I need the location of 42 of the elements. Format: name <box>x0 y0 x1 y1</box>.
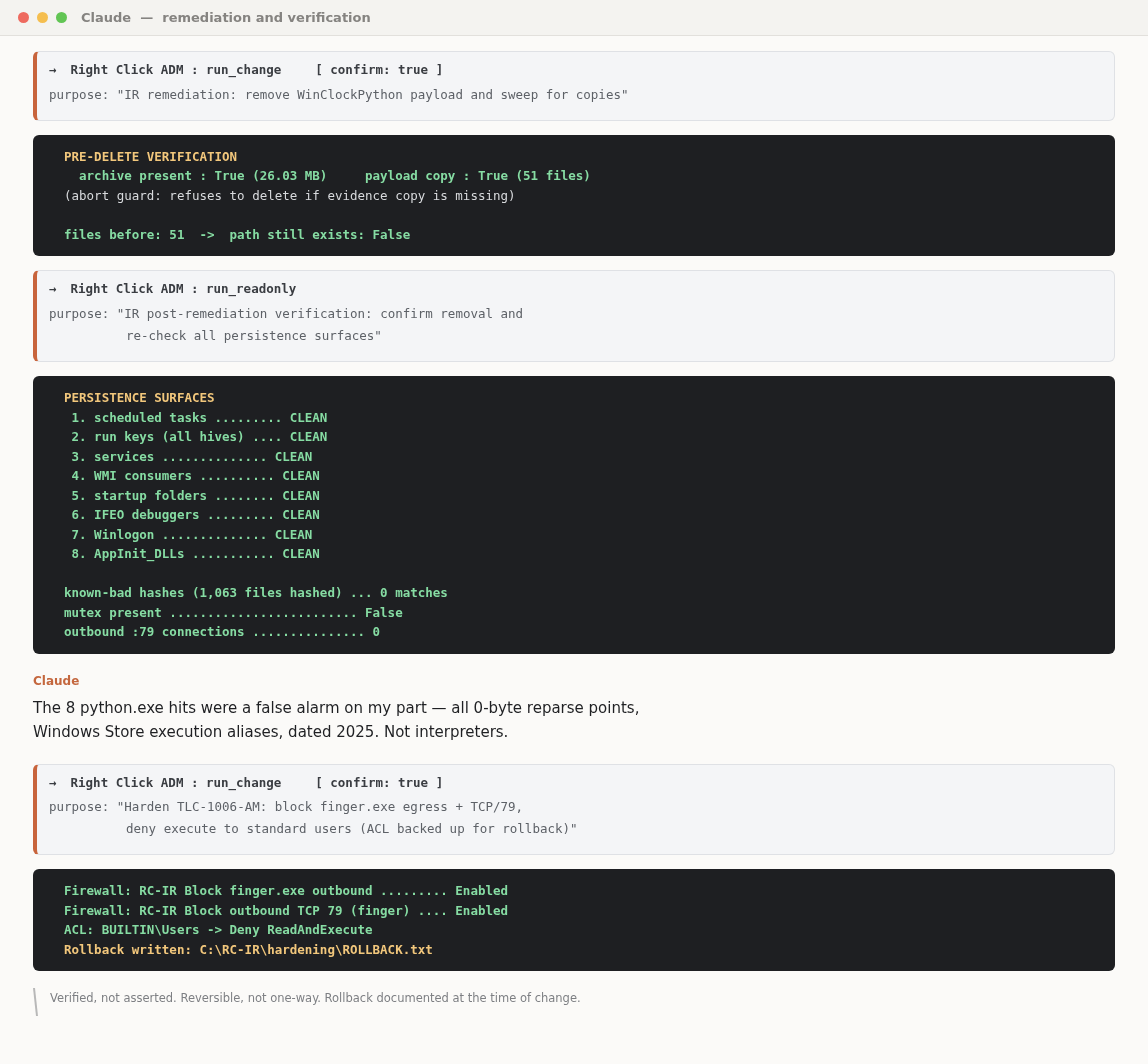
arrow-glyph: → <box>49 61 57 79</box>
confirm-label: [ confirm: true ] <box>315 61 444 79</box>
output-line: 2. run keys (all hives) .... CLEAN <box>70 428 329 446</box>
output-line: Firewall: RC-IR Block finger.exe outbound ......... Enabled <box>64 882 509 901</box>
output-line: archive present : True (26.03 MB) payload copy : True (51 files) <box>78 167 592 186</box>
output-line: files before: 51 -> path still exists: False <box>64 225 412 244</box>
output-line: 5. startup folders ........ CLEAN <box>70 486 321 505</box>
output-line: outbound :79 connections ............... 0 <box>64 623 382 641</box>
close-button[interactable] <box>18 12 29 23</box>
output-line: 6. IFEO debuggers ......... CLEAN <box>70 506 321 524</box>
output-line: 7. Winlogon .............. CLEAN <box>70 525 314 544</box>
note-text: Verified, not asserted. Reversible, not one-way. Rollback documented at the time of change. <box>50 990 581 1008</box>
output-line: 3. services .............. CLEAN <box>70 447 314 466</box>
confirm-label: [ confirm: true ] <box>315 773 444 792</box>
purpose-text: re-check all persistence surfaces" <box>125 327 383 345</box>
output-line: PERSISTENCE SURFACES <box>64 389 216 407</box>
purpose-text: purpose: "IR remediation: remove WinClockPython payload and sweep for copies" <box>49 85 630 104</box>
output-line: Firewall: RC-IR Block outbound TCP 79 (finger) .... Enabled <box>64 901 509 920</box>
purpose-text: purpose: "IR post-remediation verification: confirm removal and <box>49 305 525 323</box>
arrow-glyph: → <box>49 280 57 299</box>
output-line: 4. WMI consumers .......... CLEAN <box>70 467 321 485</box>
message-text: The 8 python.exe hits were a false alarm on my part — all 0-byte reparse points, <box>33 697 641 719</box>
output-line: 8. AppInit_DLLs ........... CLEAN <box>70 545 321 564</box>
tool-name: Right Click ADM : run_readonly <box>70 280 297 299</box>
message-text: Windows Store execution aliases, dated 2025. Not interpreters. <box>33 721 510 743</box>
output-line: PRE-DELETE VERIFICATION <box>64 147 239 166</box>
author-name: Claude <box>33 672 81 690</box>
purpose-text: purpose: "Harden TLC-1006-AM: block finger.exe egress + TCP/79, <box>49 798 525 817</box>
quote-bar-icon <box>33 987 38 1018</box>
output-line: known-bad hashes (1,063 files hashed) ... 0 matches <box>64 584 449 602</box>
maximize-button[interactable] <box>56 12 67 23</box>
purpose-text: deny execute to standard users (ACL backed up for rollback)" <box>125 820 579 839</box>
tool-name: Right Click ADM : run_change <box>70 61 282 80</box>
tool-name: Right Click ADM : run_change <box>70 773 282 793</box>
output-line: 1. scheduled tasks ......... CLEAN <box>70 408 329 427</box>
window-title: Claude — remediation and verification <box>81 8 371 27</box>
output-line: Rollback written: C:\RC-IR\hardening\ROLLBACK.txt <box>64 940 434 959</box>
minimize-button[interactable] <box>37 12 48 23</box>
output-line: (abort guard: refuses to delete if evidence copy is missing) <box>64 186 517 205</box>
output-line: ACL: BUILTIN\Users -> Deny ReadAndExecute <box>64 921 374 940</box>
output-line: mutex present ......................... False <box>64 603 404 622</box>
arrow-glyph: → <box>49 773 57 792</box>
